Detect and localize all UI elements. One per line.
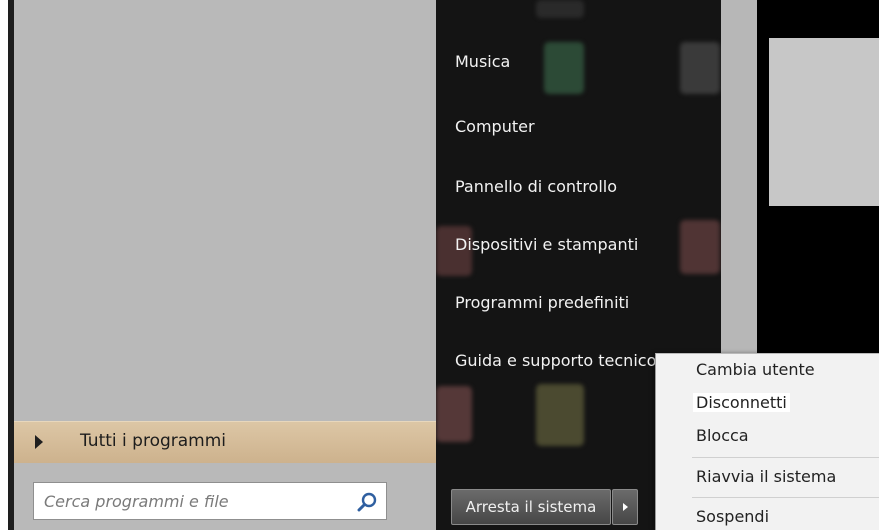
submenu-item-riavvia-il-sistema[interactable]: Riavvia il sistema: [696, 467, 836, 486]
shutdown-options-button[interactable]: [612, 489, 638, 525]
menu-item-programmi-predefiniti[interactable]: Programmi predefiniti: [455, 293, 629, 312]
menu-item-guida-e-supporto[interactable]: Guida e supporto tecnico: [455, 351, 656, 370]
search-input[interactable]: [34, 483, 344, 519]
search-icon[interactable]: [356, 491, 378, 513]
menu-item-pannello-di-controllo[interactable]: Pannello di controllo: [455, 177, 617, 196]
submenu-separator: [692, 457, 879, 458]
search-box[interactable]: [33, 482, 387, 520]
submenu-item-sospendi[interactable]: Sospendi: [696, 507, 769, 526]
background-tile: [680, 42, 720, 94]
arrow-right-icon: [35, 435, 43, 449]
submenu-item-cambia-utente[interactable]: Cambia utente: [696, 360, 815, 379]
background-tile: [544, 42, 584, 94]
all-programs-button[interactable]: Tutti i programmi: [14, 421, 436, 463]
submenu-separator: [692, 497, 879, 498]
shutdown-button[interactable]: Arresta il sistema: [451, 489, 611, 525]
submenu-item-blocca[interactable]: Blocca: [696, 426, 749, 445]
submenu-item-disconnetti[interactable]: Disconnetti: [693, 393, 790, 412]
menu-item-musica[interactable]: Musica: [455, 52, 510, 71]
all-programs-label: Tutti i programmi: [80, 431, 227, 451]
menu-item-dispositivi-e-stampanti[interactable]: Dispositivi e stampanti: [455, 235, 638, 254]
background-tile: [436, 386, 472, 442]
background-tile: [536, 384, 584, 446]
shutdown-submenu: Cambia utente Disconnetti Blocca Riavvia…: [655, 353, 879, 530]
menu-item-computer[interactable]: Computer: [455, 117, 535, 136]
start-menu-left-pane: Tutti i programmi: [0, 0, 436, 530]
window-edge: [0, 0, 14, 530]
background-tile: [680, 220, 720, 274]
user-picture: [769, 38, 879, 206]
background-tile: [536, 0, 584, 18]
